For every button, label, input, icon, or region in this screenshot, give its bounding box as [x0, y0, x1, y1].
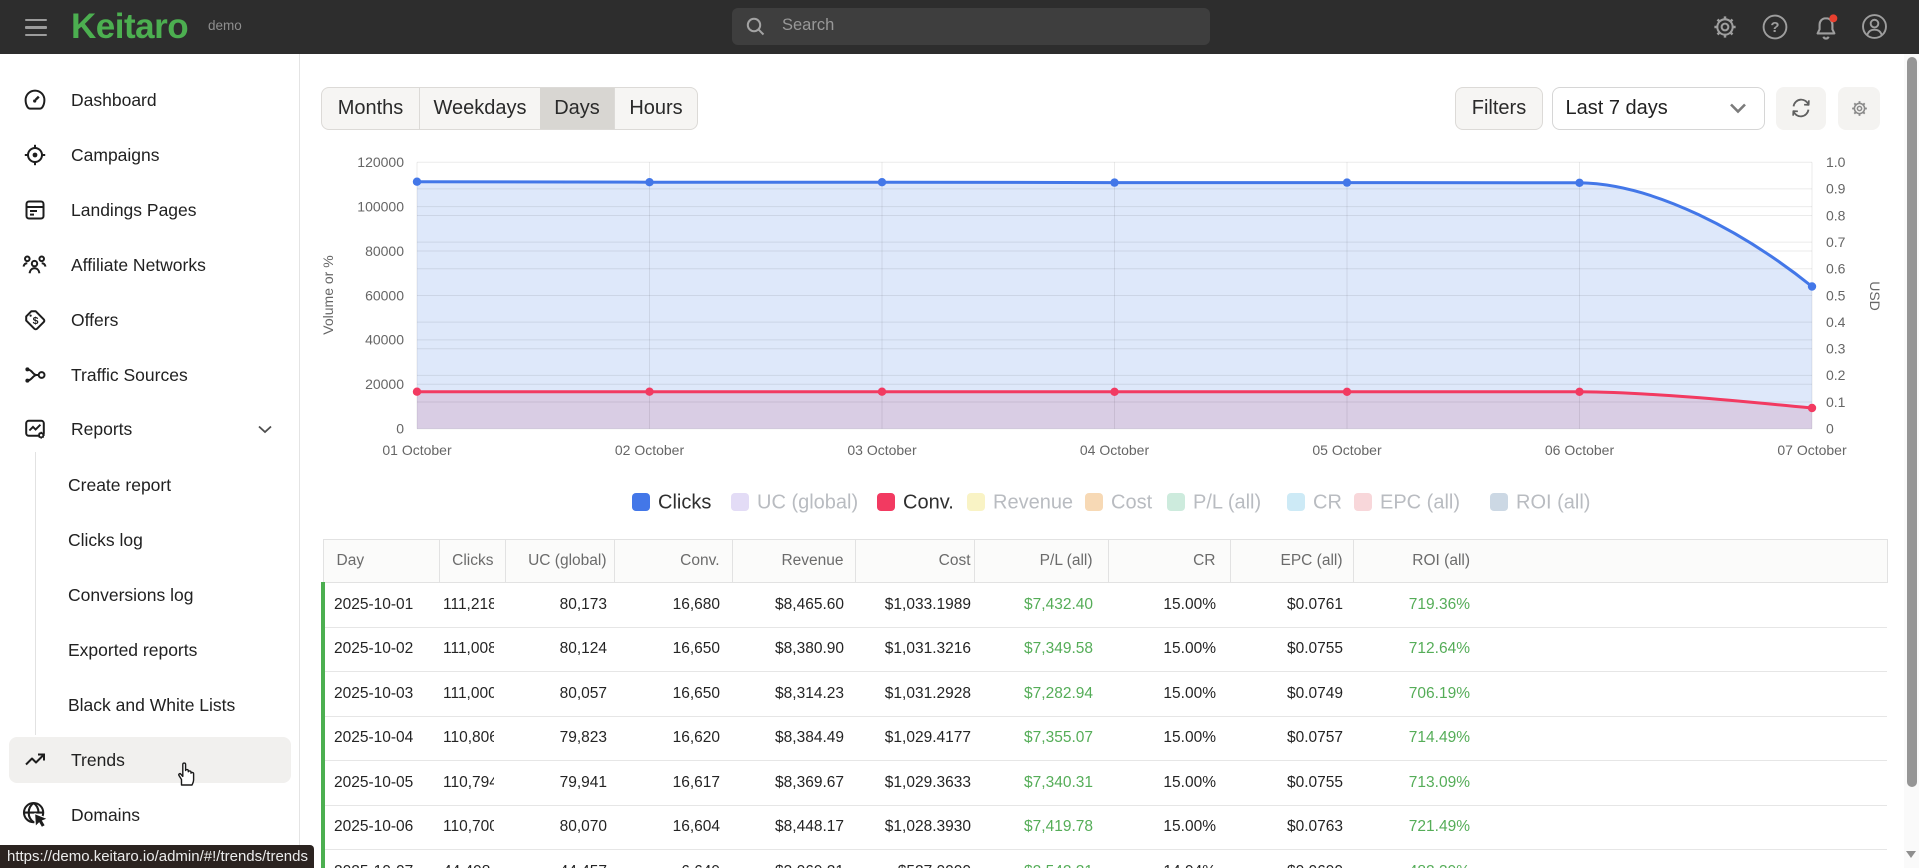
svg-text:Revenue: Revenue — [993, 492, 1073, 514]
svg-text:20000: 20000 — [365, 376, 404, 392]
svg-text:0.8: 0.8 — [1826, 207, 1846, 223]
svg-text:0.6: 0.6 — [1826, 261, 1846, 277]
svg-text:0.3: 0.3 — [1826, 341, 1846, 357]
svg-text:60000: 60000 — [365, 287, 404, 303]
svg-text:03 October: 03 October — [847, 442, 917, 458]
svg-text:Volume or %: Volume or % — [320, 255, 336, 334]
svg-text:05 October: 05 October — [1312, 442, 1382, 458]
svg-text:$: $ — [33, 315, 39, 327]
svg-text:120000: 120000 — [357, 154, 404, 170]
svg-text:UC (global): UC (global) — [757, 492, 858, 514]
svg-text:P/L (all): P/L (all) — [1193, 492, 1261, 514]
svg-text:0.9: 0.9 — [1826, 181, 1846, 197]
svg-text:CR: CR — [1313, 492, 1342, 514]
svg-text:1.0: 1.0 — [1826, 154, 1846, 170]
svg-text:0.2: 0.2 — [1826, 367, 1846, 383]
svg-text:07 October: 07 October — [1777, 442, 1847, 458]
svg-text:Cost: Cost — [1111, 492, 1153, 514]
svg-text:100000: 100000 — [357, 198, 404, 214]
svg-text:Clicks: Clicks — [658, 492, 711, 514]
svg-text:0.7: 0.7 — [1826, 234, 1846, 250]
svg-text:?: ? — [1770, 19, 1779, 36]
svg-text:USD: USD — [1867, 281, 1883, 311]
svg-text:80000: 80000 — [365, 243, 404, 259]
svg-text:ROI (all): ROI (all) — [1516, 492, 1590, 514]
svg-text:40000: 40000 — [365, 332, 404, 348]
svg-text:0.4: 0.4 — [1826, 314, 1846, 330]
svg-text:Conv.: Conv. — [903, 492, 954, 514]
svg-text:0: 0 — [396, 421, 404, 437]
svg-text:0.5: 0.5 — [1826, 287, 1846, 303]
svg-text:0: 0 — [1826, 421, 1834, 437]
svg-text:06 October: 06 October — [1545, 442, 1615, 458]
svg-text:EPC (all): EPC (all) — [1380, 492, 1460, 514]
svg-text:0.1: 0.1 — [1826, 394, 1846, 410]
svg-text:04 October: 04 October — [1080, 442, 1150, 458]
svg-text:01 October: 01 October — [382, 442, 452, 458]
svg-text:02 October: 02 October — [615, 442, 685, 458]
